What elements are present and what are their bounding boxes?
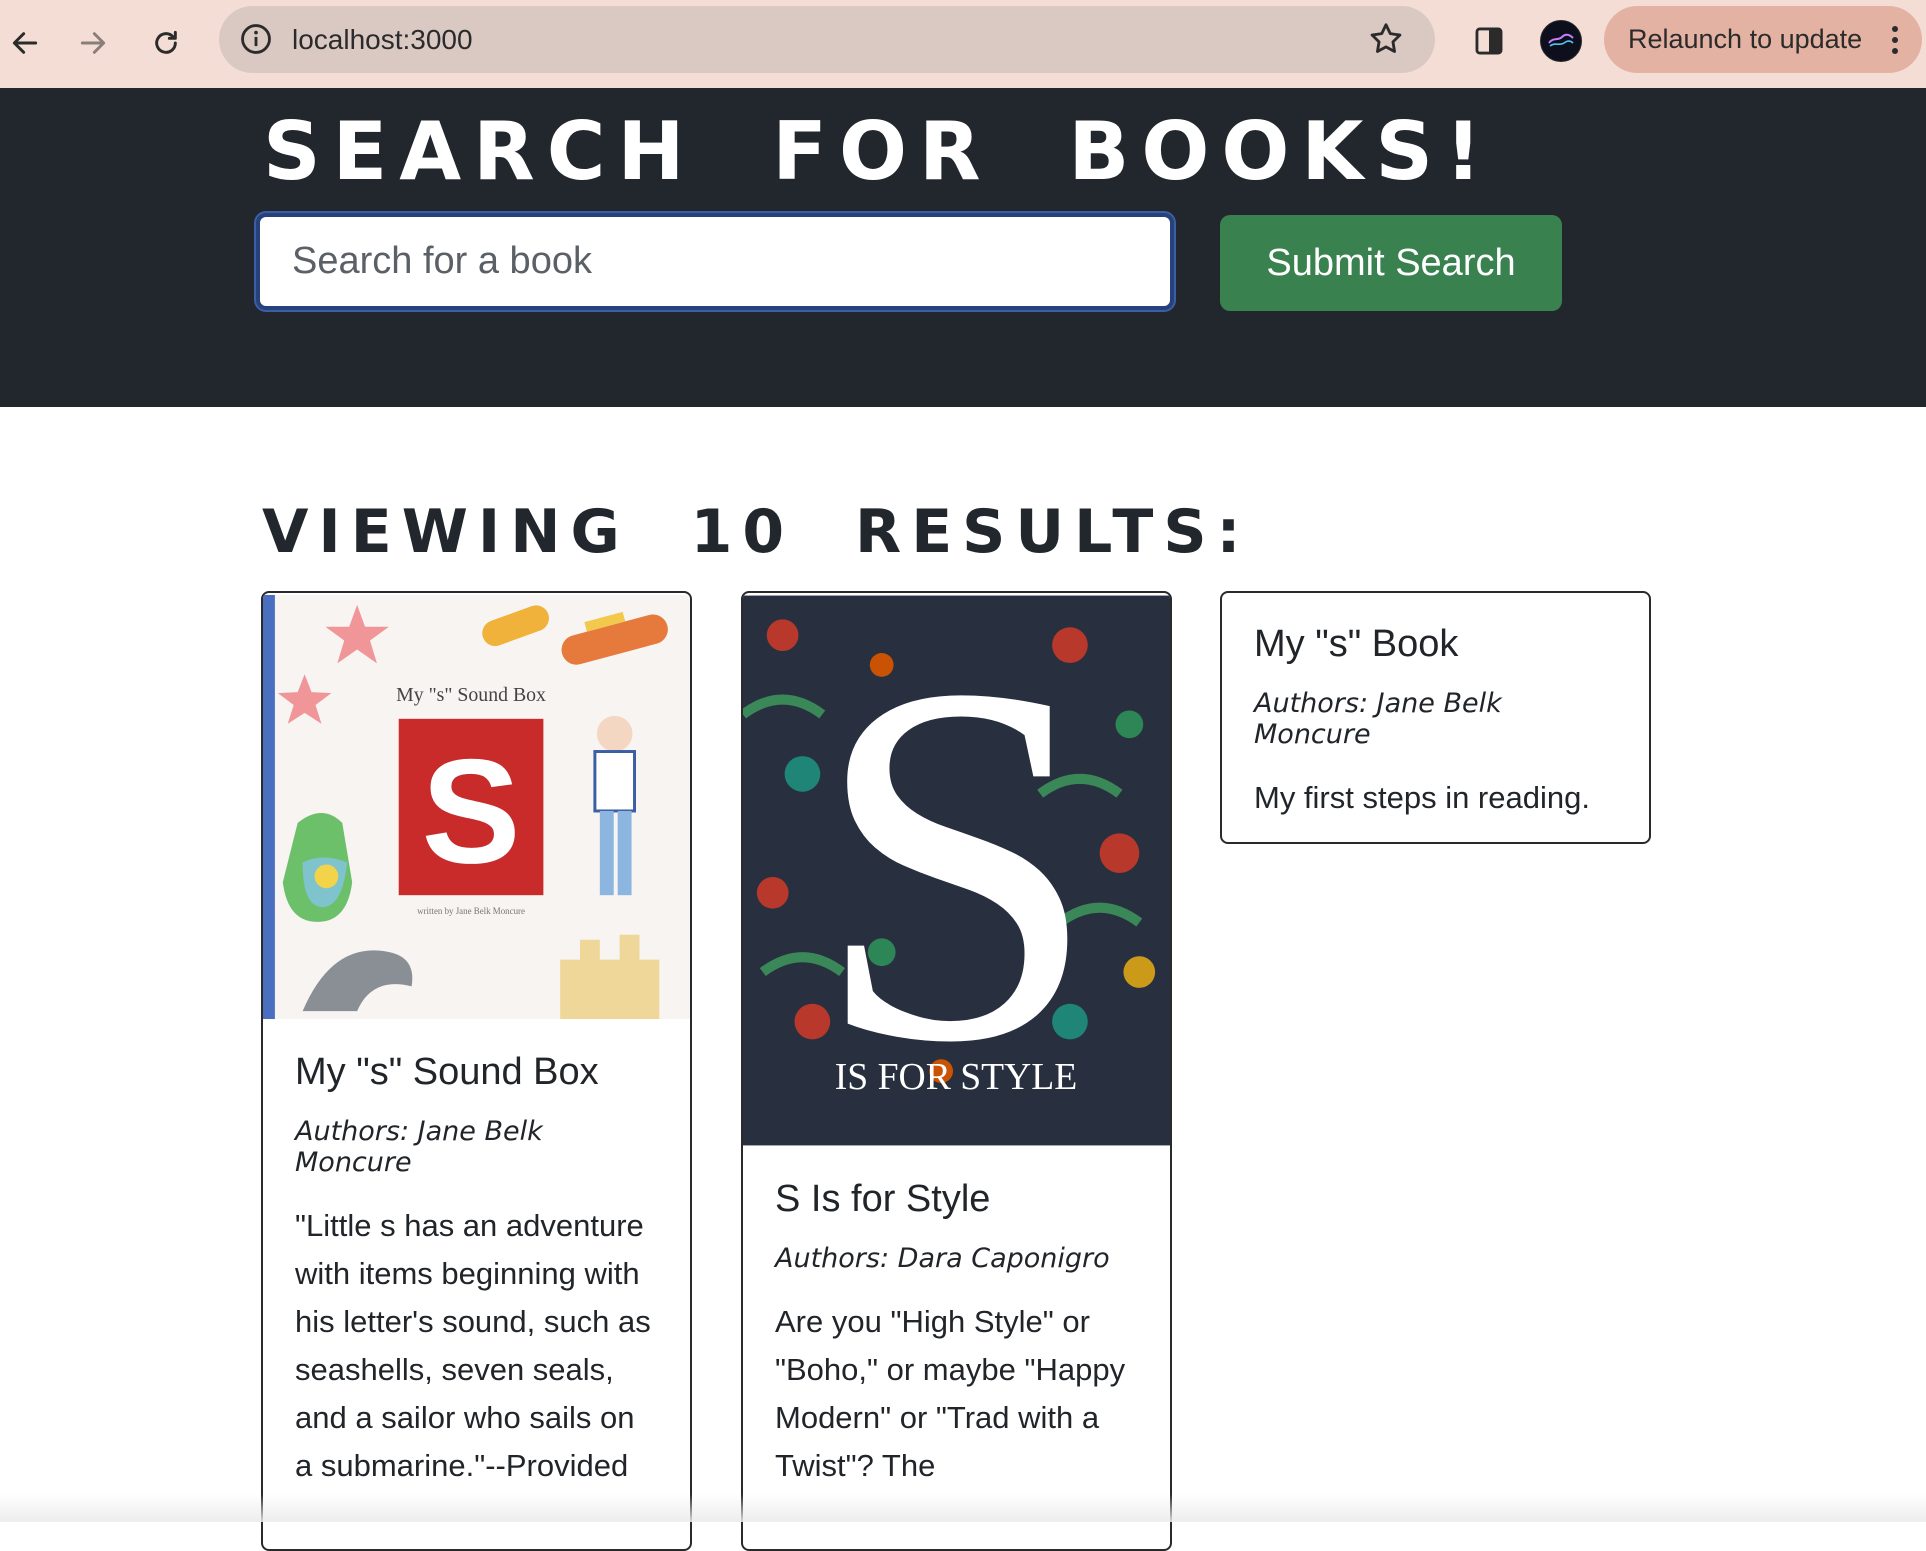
book-title: My "s" Sound Box xyxy=(295,1051,599,1093)
cover-letter: S xyxy=(421,728,520,894)
book-title: S Is for Style xyxy=(775,1178,991,1220)
search-input[interactable] xyxy=(256,213,1174,310)
back-button[interactable] xyxy=(0,18,50,68)
arrow-left-icon xyxy=(12,32,38,54)
forward-button[interactable] xyxy=(68,18,118,68)
relaunch-to-update-button[interactable]: Relaunch to update xyxy=(1604,6,1922,73)
reload-icon xyxy=(155,30,177,54)
more-vert-icon xyxy=(1892,26,1898,54)
avatar-logo-icon xyxy=(1548,33,1574,47)
profile-avatar[interactable] xyxy=(1540,20,1582,62)
cover-title-text: IS FOR STYLE xyxy=(835,1056,1078,1098)
svg-text:written by Jane Belk Moncure: written by Jane Belk Moncure xyxy=(417,906,525,916)
arrow-right-icon xyxy=(80,32,106,54)
book-authors: Authors: Jane Belk Moncure xyxy=(295,1116,543,1178)
relaunch-label: Relaunch to update xyxy=(1628,24,1863,54)
book-card: S IS FOR STYLE S Is for Style Authors: D… xyxy=(741,591,1172,1551)
submit-search-button[interactable]: Submit Search xyxy=(1220,215,1562,311)
book-authors: Authors: Dara Caponigro xyxy=(775,1243,1110,1274)
cover-title-text: My "s" Sound Box xyxy=(396,684,546,706)
site-info-icon[interactable] xyxy=(239,22,273,56)
browser-toolbar: localhost:3000 Relaunch to update xyxy=(0,0,1926,88)
search-header: Search for Books! Submit Search xyxy=(0,88,1926,407)
book-description: My first steps in reading. xyxy=(1254,780,1590,815)
bookmark-star-icon[interactable] xyxy=(1367,20,1405,58)
url-text[interactable]: localhost:3000 xyxy=(292,6,473,73)
book-card: My "s" Sound Box S written by Jane Belk … xyxy=(261,591,692,1551)
page-title: Search for Books! xyxy=(263,105,1494,198)
book-cover-image: S IS FOR STYLE xyxy=(743,593,1170,1148)
book-description: Are you "High Style" or "Boho," or maybe… xyxy=(775,1304,1126,1483)
reload-button[interactable] xyxy=(141,18,191,68)
book-description: "Little s has an adventure with items be… xyxy=(295,1208,651,1483)
scroll-fade xyxy=(0,1494,1926,1522)
address-bar[interactable]: localhost:3000 xyxy=(219,6,1435,73)
book-card: My "s" Book Authors: Jane Belk Moncure M… xyxy=(1220,591,1651,844)
side-panel-icon[interactable] xyxy=(1472,24,1506,58)
book-title: My "s" Book xyxy=(1254,623,1459,665)
book-cover-image: My "s" Sound Box S written by Jane Belk … xyxy=(263,594,690,1020)
book-authors: Authors: Jane Belk Moncure xyxy=(1254,688,1502,750)
results-heading: Viewing 10 results: xyxy=(262,497,1251,567)
